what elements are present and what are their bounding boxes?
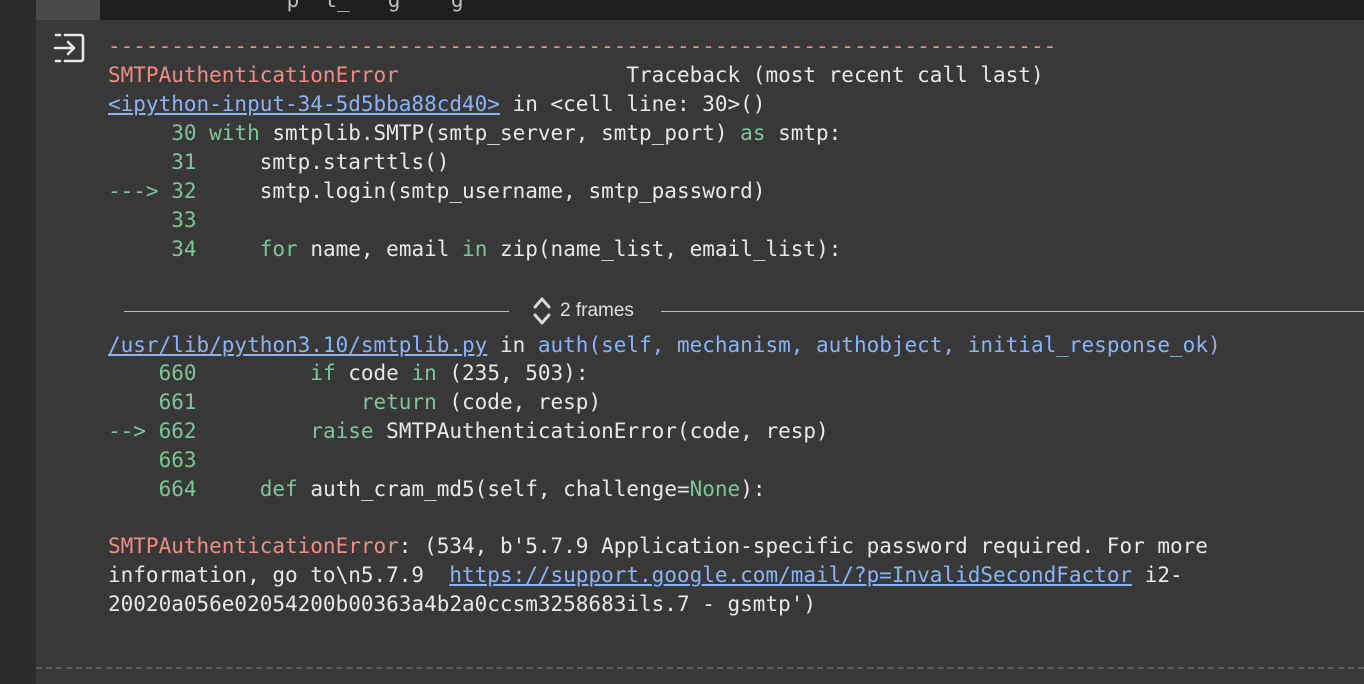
frame1-location: <ipython-input-34-5d5bba88cd40> in <cell… — [108, 90, 765, 119]
error-message-name: SMTPAuthenticationError — [108, 534, 399, 558]
frame2-location: /usr/lib/python3.10/smtplib.py in auth(s… — [108, 333, 1221, 357]
code-line-33: 33 — [108, 208, 210, 232]
frames-divider-left — [124, 311, 509, 312]
collapsed-frames-row: 2 frames — [124, 294, 1364, 328]
error-name: SMTPAuthenticationError — [108, 63, 399, 87]
code-line-31: 31 smtp.starttls() — [108, 150, 450, 174]
code-line-664: 664 def auth_cram_md5(self, challenge=No… — [108, 477, 766, 501]
support-link[interactable]: https://support.google.com/mail/?p=Inval… — [449, 563, 1132, 587]
code-line-662-current: --> 662 raise SMTPAuthenticationError(co… — [108, 419, 829, 443]
exit-to-app-icon[interactable] — [52, 32, 86, 64]
code-line-660: 660 if code in (235, 503): — [108, 361, 589, 385]
code-line-661: 661 return (code, resp) — [108, 390, 602, 414]
frames-divider-right — [661, 311, 1364, 312]
error-message-line-2: information, go to\n5.7.9 https://suppor… — [108, 563, 1183, 587]
frames-label: 2 frames — [560, 300, 634, 321]
frame1-in-text: in <cell line: 30>() — [499, 92, 766, 116]
frame2-file-link[interactable]: /usr/lib/python3.10/smtplib.py — [108, 333, 487, 357]
unfold-more-icon — [533, 297, 551, 325]
expand-frames-button[interactable]: 2 frames — [532, 294, 634, 328]
frame1-file-link[interactable]: <ipython-input-34-5d5bba88cd40> — [108, 92, 500, 116]
code-line-32-current: ---> 32 smtp.login(smtp_username, smtp_p… — [108, 179, 766, 203]
traceback-title: Traceback (most recent call last) — [626, 63, 1044, 87]
run-cell-button[interactable] — [36, 0, 100, 20]
current-line-arrow: --> — [108, 419, 159, 443]
cell-bottom-border — [36, 667, 1364, 669]
code-line-30: 30 with smtplib.SMTP(smtp_server, smtp_p… — [108, 121, 842, 145]
error-message-line-3: 20020a056e02054200b00363a4b2a0ccsm325868… — [108, 592, 817, 616]
cell-gutter — [0, 0, 36, 684]
cell-code-strip: p t_ g g — [36, 0, 1364, 20]
error-message-line-1: SMTPAuthenticationError: (534, b'5.7.9 A… — [108, 534, 1208, 558]
frame2-function-signature: auth(self, mechanism, authobject, initia… — [537, 333, 1221, 357]
traceback-header: SMTPAuthenticationError Traceback (most … — [108, 61, 1044, 90]
current-line-arrow: ---> — [108, 179, 172, 203]
partial-code-text: p t_ g g — [236, 0, 489, 12]
code-line-34: 34 for name, email in zip(name_list, ema… — [108, 237, 842, 261]
traceback-separator: ----------------------------------------… — [108, 34, 1057, 58]
code-line-663: 663 — [108, 448, 210, 472]
